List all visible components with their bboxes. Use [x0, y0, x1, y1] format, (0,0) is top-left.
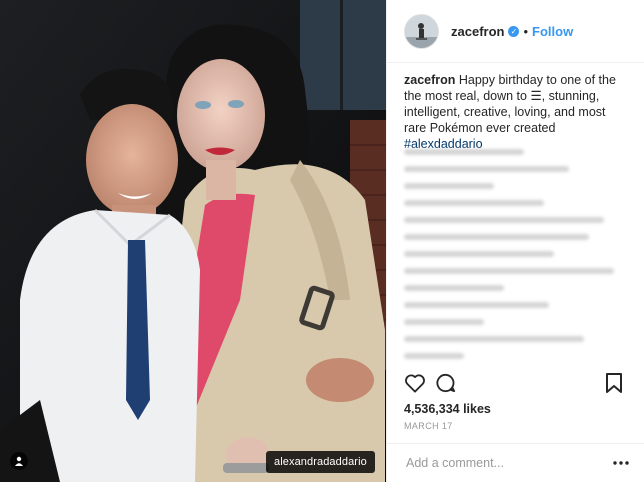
likes-count[interactable]: 4,536,334 likes [404, 402, 491, 416]
photo-image [0, 0, 386, 482]
comment-line [404, 353, 464, 359]
heart-icon[interactable] [404, 373, 426, 393]
bookmark-icon[interactable] [605, 373, 623, 393]
comment-bar [387, 443, 644, 482]
comment-icon[interactable] [435, 373, 457, 393]
comment-line [404, 302, 549, 308]
avatar[interactable] [404, 13, 439, 49]
header-separator: • [523, 23, 529, 39]
comment-line [404, 200, 544, 206]
avatar-image [405, 14, 438, 48]
post-date: MARCH 17 [404, 421, 453, 431]
verified-badge-icon: ✓ [508, 25, 520, 37]
follow-button[interactable]: Follow [532, 24, 573, 39]
person-tag-glyph [15, 456, 23, 466]
post-sidebar: zacefron ✓ • Follow zacefron Happy birth… [386, 0, 644, 482]
comment-line [404, 234, 589, 240]
caption-username[interactable]: zacefron [404, 73, 455, 87]
comment-line [404, 285, 504, 291]
comment-line [404, 319, 484, 325]
comment-line [404, 251, 554, 257]
comment-line [404, 217, 604, 223]
post-photo[interactable]: alexandradaddario [0, 0, 386, 482]
comment-line [404, 183, 494, 189]
post-header: zacefron ✓ • Follow [387, 0, 644, 63]
action-bar [387, 368, 644, 398]
comment-line [404, 149, 524, 155]
comment-line [404, 336, 584, 342]
comment-input[interactable] [404, 455, 612, 471]
comment-line [404, 166, 569, 172]
comment-line [404, 268, 614, 274]
comment-list [404, 138, 630, 359]
more-options-icon[interactable] [612, 460, 630, 466]
instagram-post: alexandradaddario zacefron ✓ • Follow za… [0, 0, 644, 482]
photo-tag-label[interactable]: alexandradaddario [266, 451, 375, 473]
header-username[interactable]: zacefron [451, 24, 504, 39]
person-tag-icon[interactable] [10, 452, 28, 470]
